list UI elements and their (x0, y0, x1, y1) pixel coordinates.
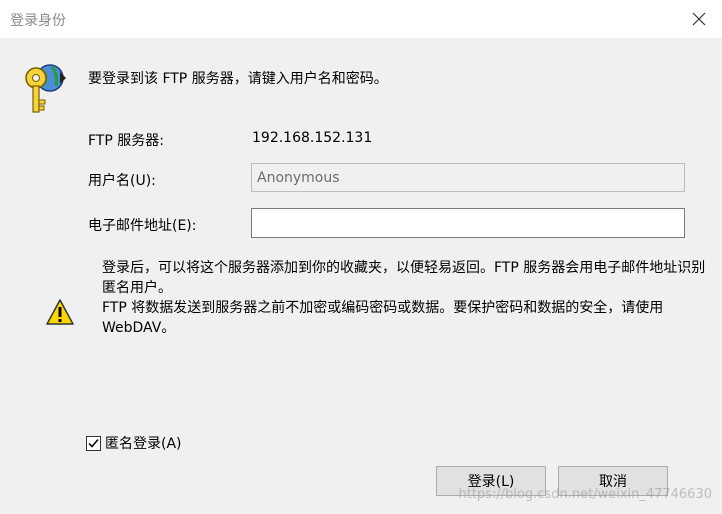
email-input[interactable] (251, 208, 685, 238)
checkmark-icon (88, 438, 99, 448)
close-button[interactable] (676, 0, 722, 38)
anonymous-login-checkbox[interactable]: 匿名登录(A) (86, 433, 182, 453)
anonymous-login-label: 匿名登录(A) (105, 436, 182, 452)
intro-text: 要登录到该 FTP 服务器，请键入用户名和密码。 (88, 71, 388, 87)
title-bar: 登录身份 (0, 0, 722, 38)
checkbox-box[interactable] (86, 435, 101, 451)
username-label: 用户名(U): (88, 173, 156, 189)
close-icon (692, 12, 706, 26)
key-globe-icon (25, 64, 66, 113)
server-value: 192.168.152.131 (252, 130, 373, 146)
notice-line-2: FTP 将数据发送到服务器之前不加密或编码密码或数据。要保护密码和数据的安全，请… (102, 300, 664, 336)
email-label: 电子邮件地址(E): (88, 218, 197, 234)
warning-icon (46, 299, 74, 325)
server-label: FTP 服务器: (88, 133, 164, 149)
watermark-text: https://blog.csdn.net/weixin_47746630 (458, 487, 712, 502)
notice-line-1: 登录后，可以将这个服务器添加到你的收藏夹，以便轻易返回。FTP 服务器会用电子邮… (102, 260, 706, 296)
security-notice: 登录后，可以将这个服务器添加到你的收藏夹，以便轻易返回。FTP 服务器会用电子邮… (102, 258, 712, 338)
window-title: 登录身份 (10, 13, 66, 29)
username-input[interactable] (251, 163, 685, 192)
